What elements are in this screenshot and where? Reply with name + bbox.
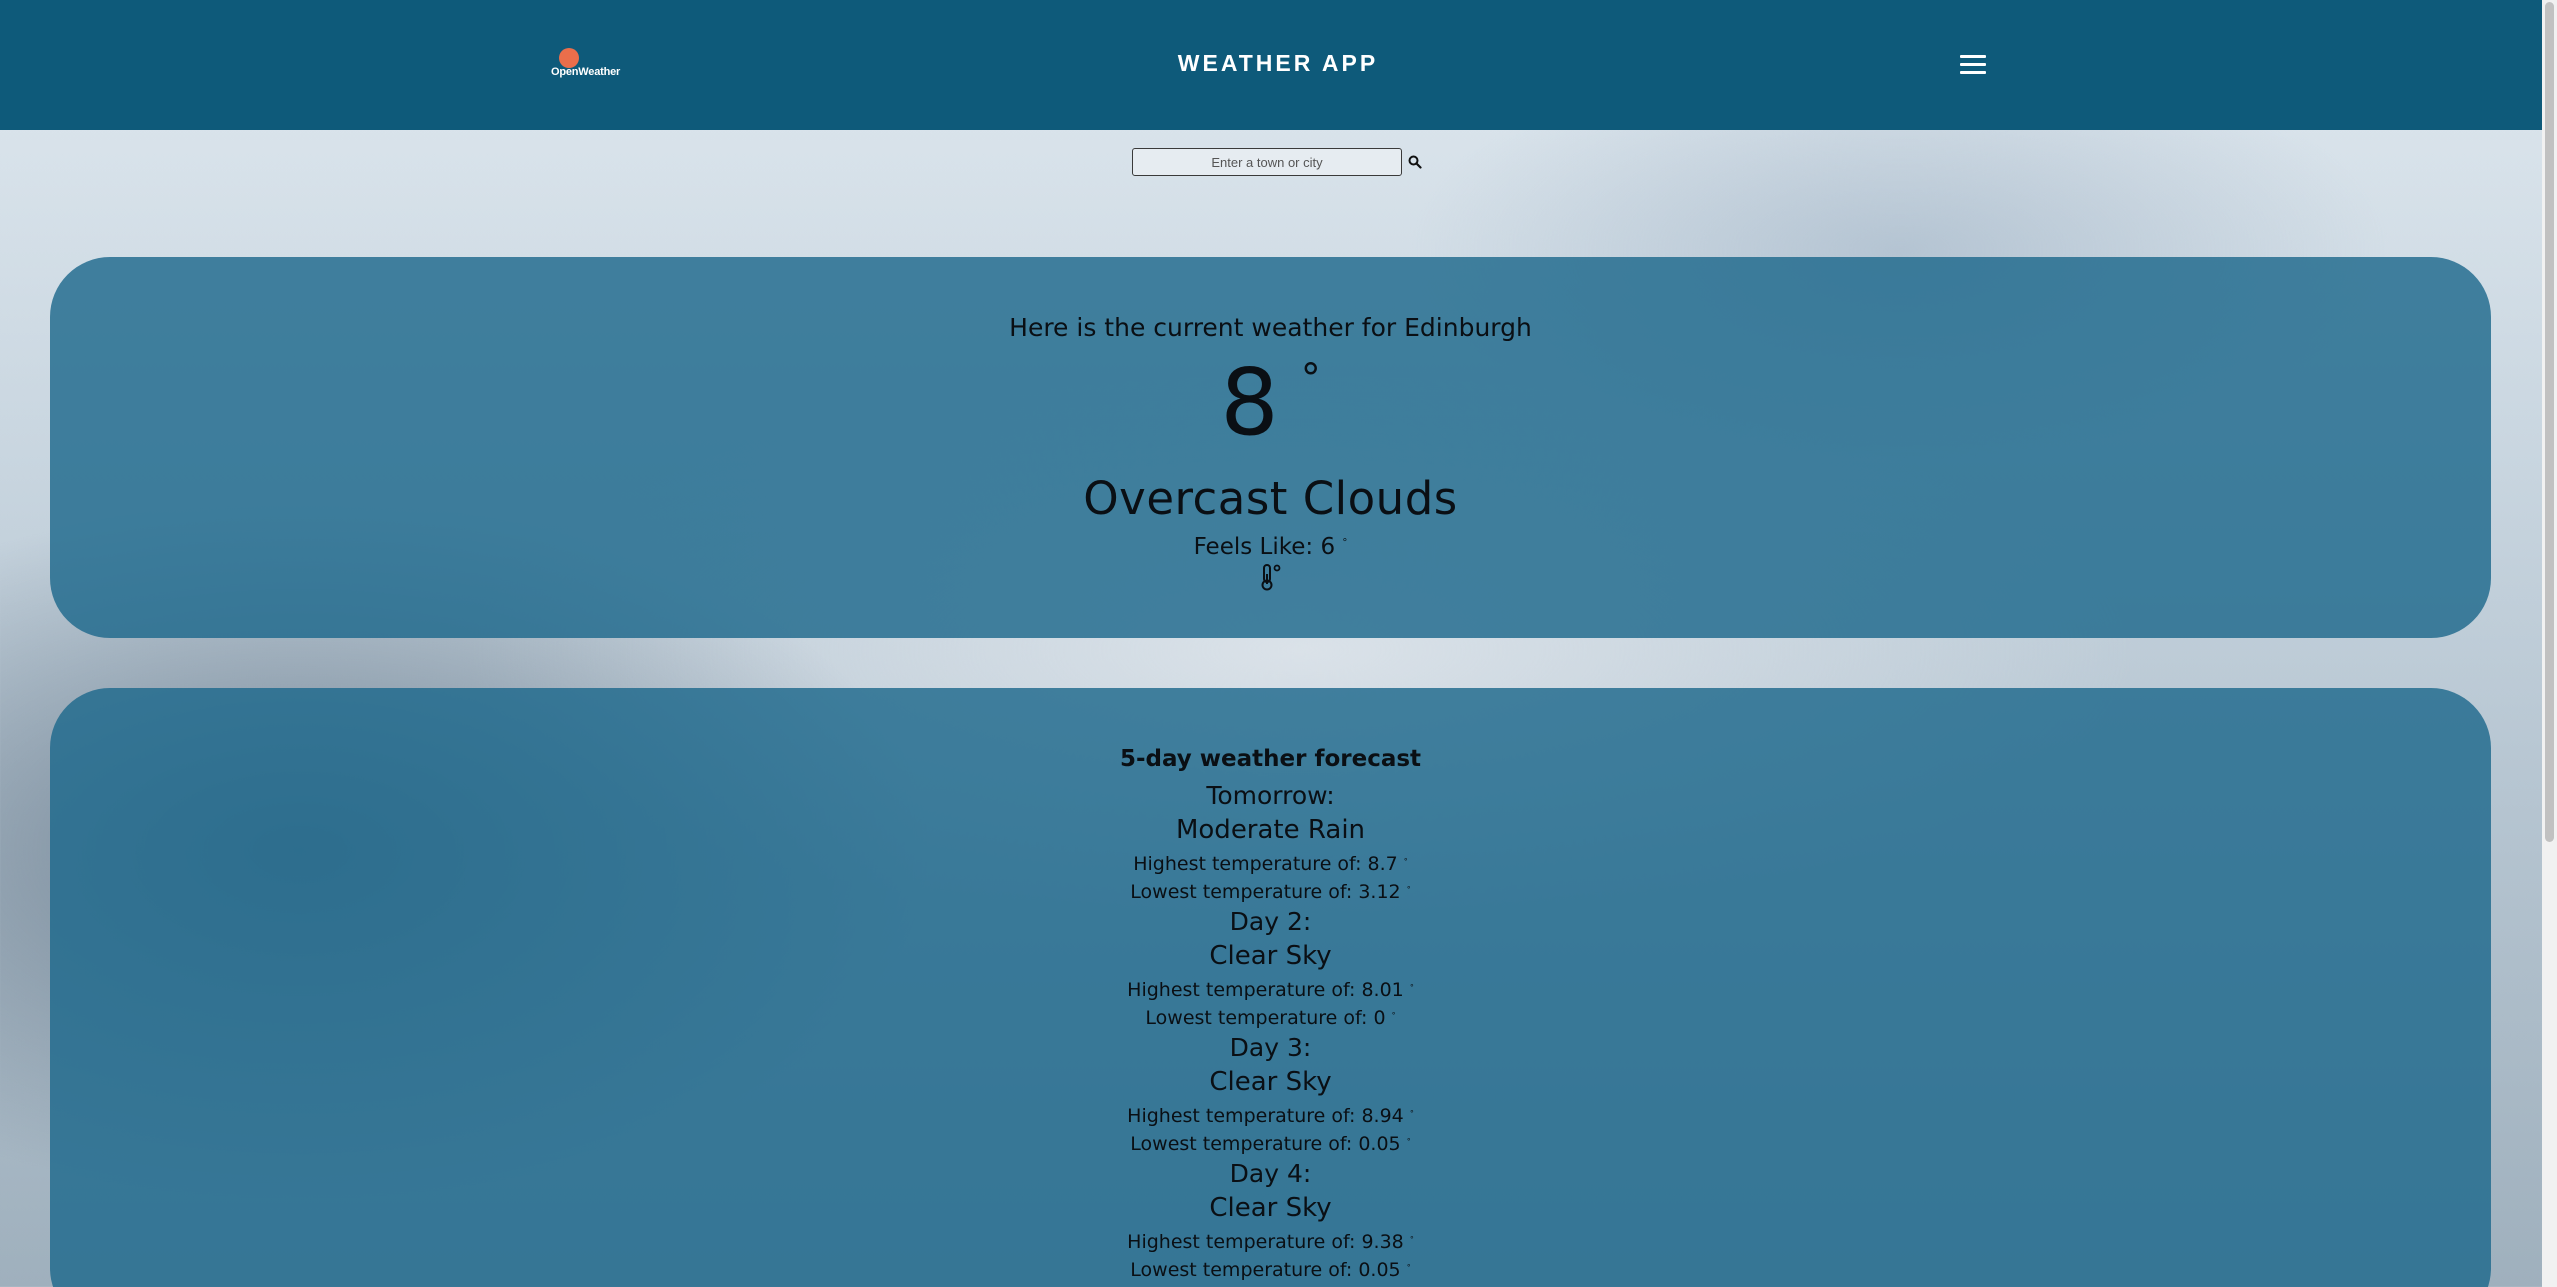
forecast-panel: 5-day weather forecast Tomorrow: Moderat… (50, 688, 2491, 1287)
day-label: Day 2: (1229, 907, 1312, 936)
day-low-temp: Lowest temperature of: 0 ° (1145, 1007, 1396, 1029)
degree-symbol: ° (1300, 356, 1321, 402)
day-high-temp: Highest temperature of: 8.01 ° (1127, 979, 1414, 1001)
temperature-value: 8 (1220, 349, 1279, 456)
day-low-temp: Lowest temperature of: 0.05 ° (1130, 1133, 1411, 1155)
day-label: Day 4: (1229, 1159, 1312, 1188)
weather-description: Overcast Clouds (1083, 472, 1458, 525)
forecast-day: Day 2: Clear Sky Highest temperature of:… (50, 904, 2491, 1030)
app-title: WEATHER APP (1177, 50, 1379, 76)
day-description: Clear Sky (1209, 941, 1332, 971)
feels-like-label: Feels Like: 6 (1193, 534, 1336, 560)
day-label: Tomorrow: (1206, 781, 1335, 810)
day-description: Moderate Rain (1175, 815, 1366, 845)
forecast-day: Day 3: Clear Sky Highest temperature of:… (50, 1030, 2491, 1156)
day-low-temp: Lowest temperature of: 3.12 ° (1130, 881, 1411, 903)
day-description: Clear Sky (1209, 1193, 1332, 1223)
day-high-temp: Highest temperature of: 9.38 ° (1127, 1231, 1414, 1253)
day-label: Day 3: (1229, 1033, 1312, 1062)
day-high-temp: Highest temperature of: 8.7 ° (1133, 853, 1408, 875)
hamburger-menu-icon[interactable] (1960, 54, 1986, 76)
day-high-temp: Highest temperature of: 8.94 ° (1127, 1105, 1414, 1127)
forecast-day: Tomorrow: Moderate Rain Highest temperat… (50, 778, 2491, 904)
current-temperature: 8 ° (50, 357, 2491, 449)
day-description: Clear Sky (1209, 1067, 1332, 1097)
search-input[interactable] (1132, 148, 1402, 176)
current-weather-heading: Here is the current weather for Edinburg… (1009, 313, 1532, 342)
feels-like: Feels Like: 6 ° (50, 534, 2491, 560)
thermometer-icon (1261, 564, 1281, 591)
day-low-temp: Lowest temperature of: 0.05 ° (1130, 1259, 1411, 1281)
current-weather-panel: Here is the current weather for Edinburg… (50, 257, 2491, 638)
feels-like-unit: ° (1342, 537, 1348, 549)
scrollbar-thumb[interactable] (2545, 2, 2554, 842)
search-icon[interactable] (1408, 155, 1422, 169)
forecast-heading: 5-day weather forecast (1119, 746, 1422, 772)
app-header: OpenWeather WEATHER APP (0, 0, 2542, 130)
page-scrollbar[interactable] (2542, 0, 2557, 1287)
forecast-day: Day 4: Clear Sky Highest temperature of:… (50, 1156, 2491, 1282)
